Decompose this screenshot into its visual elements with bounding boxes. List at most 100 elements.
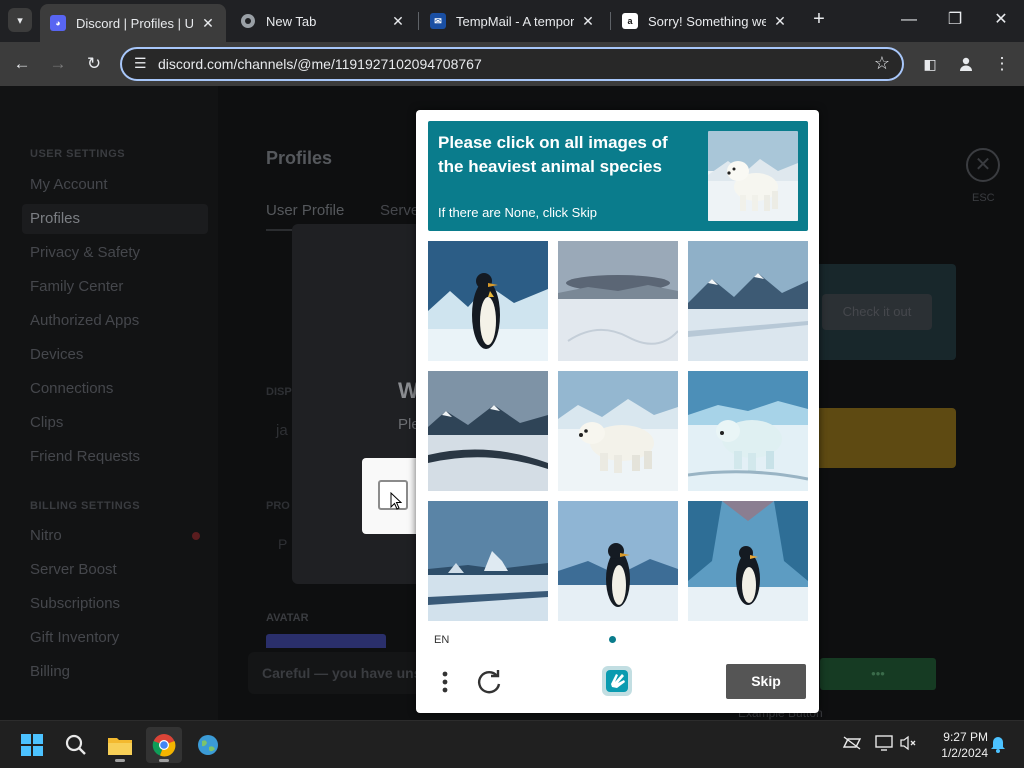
challenge-tile-1[interactable] <box>428 241 548 361</box>
tempmail-icon: ✉ <box>430 13 446 29</box>
address-bar[interactable]: ☰ discord.com/channels/@me/1191927102094… <box>120 47 904 81</box>
network-off-icon[interactable] <box>842 735 862 755</box>
back-button[interactable]: ← <box>8 50 36 78</box>
mountains-image <box>688 241 808 361</box>
search-icon[interactable] <box>58 727 94 763</box>
sidebar-item-friend-requests[interactable]: Friend Requests <box>30 448 140 465</box>
pagination-dot <box>609 636 616 643</box>
language-selector[interactable]: EN <box>434 634 449 646</box>
clock-time: 9:27 PM <box>943 730 988 744</box>
esc-label: ESC <box>972 192 995 204</box>
icebergs-image <box>428 501 548 621</box>
avatar-label: AVATAR <box>266 612 309 624</box>
sidebar-item-connections[interactable]: Connections <box>30 380 113 397</box>
challenge-subprompt: If there are None, click Skip <box>438 205 597 220</box>
system-clock[interactable]: 9:27 PM 1/2/2024 <box>924 729 988 761</box>
profile-icon[interactable] <box>952 50 980 78</box>
url-text[interactable]: discord.com/channels/@me/119192710209470… <box>158 56 482 72</box>
nitro-badge <box>192 532 200 540</box>
settings-sidebar: USER SETTINGS My Account Profiles Privac… <box>0 86 218 720</box>
restore-button[interactable]: ❐ <box>932 6 978 34</box>
snowy-valley-image <box>428 371 548 491</box>
hcaptcha-challenge: Please click on all images of the heavie… <box>416 110 819 713</box>
sidebar-item-billing[interactable]: Billing <box>30 663 70 680</box>
display-name-fragment: ja <box>276 422 288 439</box>
challenge-tile-5[interactable] <box>558 371 678 491</box>
pronouns-label: PRO <box>266 500 290 512</box>
challenge-tile-3[interactable] <box>688 241 808 361</box>
tab-amazon[interactable]: a Sorry! Something went wrong! ✕ <box>612 6 798 36</box>
chrome-icon <box>240 13 256 29</box>
tab-separator <box>610 12 611 30</box>
windows-start-icon[interactable] <box>14 727 50 763</box>
notification-bell-icon[interactable] <box>988 735 1008 755</box>
tab-close-icon[interactable]: ✕ <box>200 15 216 32</box>
save-changes-button[interactable]: ••• <box>820 658 936 690</box>
reload-button[interactable]: ↻ <box>80 50 108 78</box>
tab-tempmail[interactable]: ✉ TempMail - A temporary email ✕ <box>420 6 606 36</box>
tab-close-icon[interactable]: ✕ <box>580 13 596 30</box>
challenge-tile-4[interactable] <box>428 371 548 491</box>
penguin-image <box>428 241 548 361</box>
minimize-button[interactable]: — <box>886 6 932 34</box>
sidebar-item-my-account[interactable]: My Account <box>30 176 108 193</box>
challenge-menu-icon[interactable] <box>436 668 454 696</box>
challenge-tile-8[interactable] <box>558 501 678 621</box>
tab-close-icon[interactable]: ✕ <box>390 13 406 30</box>
globe-app-icon[interactable] <box>190 727 226 763</box>
sidebar-item-privacy[interactable]: Privacy & Safety <box>30 244 140 261</box>
pronouns-fragment: P <box>278 536 288 552</box>
challenge-tile-7[interactable] <box>428 501 548 621</box>
change-avatar-button[interactable] <box>266 634 386 648</box>
tab-new-tab[interactable]: New Tab ✕ <box>230 6 416 36</box>
sidebar-item-devices[interactable]: Devices <box>30 346 83 363</box>
sidebar-item-subscriptions[interactable]: Subscriptions <box>30 595 120 612</box>
volume-muted-icon[interactable] <box>898 735 918 755</box>
tab-title: Discord | Profiles | User Settings <box>76 15 194 31</box>
bookmark-star-icon[interactable]: ☆ <box>874 53 890 74</box>
site-info-icon[interactable]: ☰ <box>134 55 147 72</box>
challenge-tile-2[interactable] <box>558 241 678 361</box>
tab-close-icon[interactable]: ✕ <box>772 13 788 30</box>
challenge-prompt: Please click on all images of the heavie… <box>438 133 668 176</box>
billing-settings-header: BILLING SETTINGS <box>30 500 141 512</box>
tab-title: Sorry! Something went wrong! <box>648 13 766 29</box>
display-name-label: DISP <box>266 386 292 398</box>
browser-menu-icon[interactable]: ⋮ <box>988 50 1016 78</box>
close-settings-icon[interactable]: ✕ <box>966 148 1000 182</box>
taskbar: 9:27 PM 1/2/2024 <box>0 720 1024 768</box>
side-panel-icon[interactable]: ◧ <box>916 50 944 78</box>
forward-button[interactable]: → <box>44 50 72 78</box>
sidebar-item-server-boost[interactable]: Server Boost <box>30 561 117 578</box>
sidebar-item-gift-inventory[interactable]: Gift Inventory <box>30 629 119 646</box>
tab-server-profiles[interactable]: Serve <box>380 202 419 219</box>
tab-separator <box>418 12 419 30</box>
sidebar-item-clips[interactable]: Clips <box>30 414 63 431</box>
discord-icon: ◕ <box>50 15 66 31</box>
sidebar-item-profiles[interactable]: Profiles <box>22 204 208 234</box>
file-explorer-icon[interactable] <box>102 727 138 763</box>
check-it-out-button[interactable]: Check it out <box>822 294 932 330</box>
skip-button[interactable]: Skip <box>726 664 806 699</box>
sidebar-item-nitro[interactable]: Nitro <box>30 527 62 544</box>
chrome-taskbar-icon[interactable] <box>146 727 182 763</box>
user-settings-header: USER SETTINGS <box>30 148 126 160</box>
challenge-prompt-box: Please click on all images of the heavie… <box>428 121 808 231</box>
sidebar-item-authorized-apps[interactable]: Authorized Apps <box>30 312 139 329</box>
snow-field-image <box>558 241 678 361</box>
polar-bear-image <box>558 371 678 491</box>
challenge-tile-6[interactable] <box>688 371 808 491</box>
tab-search-dropdown[interactable]: ▾ <box>8 8 32 32</box>
polar-bear-image <box>688 371 808 491</box>
sidebar-item-family-center[interactable]: Family Center <box>30 278 123 295</box>
browser-toolbar: ← → ↻ ☰ discord.com/channels/@me/1191927… <box>0 42 1024 86</box>
clock-date: 1/2/2024 <box>941 746 988 760</box>
refresh-icon[interactable] <box>474 668 504 696</box>
display-icon[interactable] <box>874 735 894 755</box>
challenge-tile-9[interactable] <box>688 501 808 621</box>
tab-title: New Tab <box>266 13 317 29</box>
close-window-button[interactable]: ✕ <box>978 6 1024 34</box>
tab-discord[interactable]: ◕ Discord | Profiles | User Settings ✕ <box>40 4 226 42</box>
mouse-cursor-icon <box>390 491 403 515</box>
new-tab-button[interactable]: + <box>808 8 830 32</box>
